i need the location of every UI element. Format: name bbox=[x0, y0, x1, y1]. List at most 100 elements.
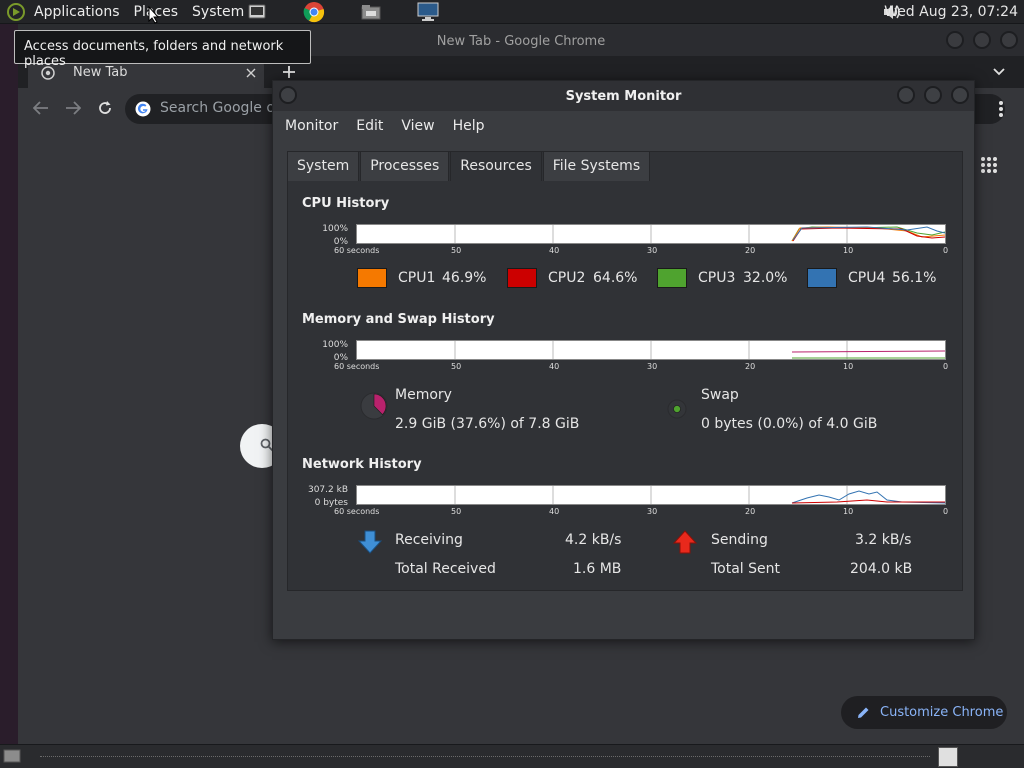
sysmon-maximize-button[interactable] bbox=[924, 86, 942, 104]
memory-history-title: Memory and Swap History bbox=[302, 312, 495, 327]
customize-chrome-button[interactable]: Customize Chrome bbox=[841, 696, 1007, 729]
sending-arrow-icon[interactable] bbox=[672, 529, 698, 555]
places-tooltip: Access documents, folders and network pl… bbox=[14, 30, 311, 69]
panel-menu: Applications Places System bbox=[6, 2, 258, 22]
tab-search-chevron-icon[interactable] bbox=[993, 67, 1005, 77]
cpu-y-top: 100% bbox=[322, 224, 348, 234]
cpu2-value: 64.6% bbox=[593, 270, 638, 286]
network-history-title: Network History bbox=[302, 457, 422, 472]
sysmon-tabs: System Processes Resources File Systems bbox=[287, 151, 651, 181]
chrome-close-window-button[interactable] bbox=[1000, 31, 1018, 49]
total-received-label: Total Received bbox=[395, 561, 496, 577]
tab-title: New Tab bbox=[73, 65, 128, 80]
net-x-20: 20 bbox=[745, 507, 756, 516]
sysmon-title: System Monitor bbox=[273, 81, 974, 111]
swap-pie-icon[interactable] bbox=[666, 399, 690, 419]
total-sent-value: 204.0 kB bbox=[850, 561, 913, 577]
apps-grid-icon[interactable] bbox=[980, 156, 998, 174]
sysmon-minimize-button[interactable] bbox=[897, 86, 915, 104]
google-g-icon bbox=[135, 101, 151, 117]
cpu4-color-button[interactable] bbox=[807, 268, 837, 288]
cpu1-value: 46.9% bbox=[442, 270, 487, 286]
mem-x-0: 0 bbox=[943, 362, 949, 371]
cpu-x-50: 50 bbox=[451, 246, 462, 255]
sysmon-menubar: Monitor Edit View Help bbox=[273, 111, 974, 141]
cpu-x-0: 0 bbox=[943, 246, 949, 255]
terminal-icon[interactable] bbox=[246, 1, 268, 23]
cpu3-color-button[interactable] bbox=[657, 268, 687, 288]
memory-pie-icon[interactable] bbox=[359, 391, 389, 421]
cpu-graph bbox=[356, 224, 946, 244]
menu-view[interactable]: View bbox=[401, 118, 434, 134]
new-tab-plus-icon[interactable] bbox=[282, 65, 296, 79]
net-x-0: 0 bbox=[943, 507, 949, 516]
cpu3-label: CPU3 bbox=[698, 270, 736, 286]
chrome-icon[interactable] bbox=[303, 1, 325, 23]
system-logo-icon[interactable] bbox=[6, 2, 26, 22]
sending-value: 3.2 kB/s bbox=[855, 532, 912, 548]
tab-processes[interactable]: Processes bbox=[360, 151, 450, 181]
mem-x-30: 30 bbox=[647, 362, 658, 371]
tab-close-icon[interactable] bbox=[246, 68, 256, 78]
mem-x-50: 50 bbox=[451, 362, 462, 371]
taskbar-divider bbox=[40, 756, 930, 757]
monitor-icon[interactable] bbox=[417, 1, 439, 23]
receiving-value: 4.2 kB/s bbox=[565, 532, 622, 548]
cpu-x-10: 10 bbox=[843, 246, 854, 255]
chrome-maximize-button[interactable] bbox=[973, 31, 991, 49]
file-manager-icon[interactable] bbox=[360, 1, 382, 23]
system-monitor-window: System Monitor Monitor Edit View Help Sy… bbox=[272, 80, 975, 640]
cpu-x-30: 30 bbox=[647, 246, 658, 255]
workspace-switcher[interactable] bbox=[938, 747, 958, 767]
net-x-50: 50 bbox=[451, 507, 462, 516]
mouse-cursor-icon bbox=[148, 6, 160, 24]
mem-x-40: 40 bbox=[549, 362, 560, 371]
swap-value: 0 bytes (0.0%) of 4.0 GiB bbox=[701, 416, 878, 432]
memory-label: Memory bbox=[395, 387, 452, 403]
cpu-history-title: CPU History bbox=[302, 196, 390, 211]
menu-edit[interactable]: Edit bbox=[356, 118, 383, 134]
net-x-10: 10 bbox=[843, 507, 854, 516]
network-graph bbox=[356, 485, 946, 505]
bottom-panel bbox=[0, 744, 1024, 768]
cpu3-value: 32.0% bbox=[743, 270, 788, 286]
cpu2-color-button[interactable] bbox=[507, 268, 537, 288]
receiving-arrow-icon[interactable] bbox=[357, 529, 383, 555]
forward-arrow-icon[interactable] bbox=[65, 101, 81, 115]
memory-graph bbox=[356, 340, 946, 360]
net-y-top: 307.2 kB bbox=[307, 485, 348, 495]
pencil-icon bbox=[858, 707, 869, 718]
cpu1-label: CPU1 bbox=[398, 270, 436, 286]
cpu4-value: 56.1% bbox=[892, 270, 937, 286]
panel-clock[interactable]: Wed Aug 23, 07:24 bbox=[884, 4, 1018, 20]
menu-help[interactable]: Help bbox=[453, 118, 485, 134]
total-received-value: 1.6 MB bbox=[573, 561, 622, 577]
reload-icon[interactable] bbox=[97, 100, 113, 116]
memory-value: 2.9 GiB (37.6%) of 7.8 GiB bbox=[395, 416, 580, 432]
menu-monitor[interactable]: Monitor bbox=[285, 118, 338, 134]
tab-resources[interactable]: Resources bbox=[450, 151, 542, 181]
menu-applications[interactable]: Applications bbox=[34, 4, 120, 20]
chrome-minimize-button[interactable] bbox=[946, 31, 964, 49]
swap-label: Swap bbox=[701, 387, 739, 403]
resources-panel bbox=[287, 151, 963, 591]
back-arrow-icon[interactable] bbox=[33, 101, 49, 115]
receiving-label: Receiving bbox=[395, 532, 463, 548]
cpu-x-20: 20 bbox=[745, 246, 756, 255]
sysmon-window-menu-button[interactable] bbox=[279, 86, 297, 104]
tab-system[interactable]: System bbox=[287, 151, 360, 181]
cpu-x-60: 60 seconds bbox=[334, 246, 380, 255]
mem-x-60: 60 seconds bbox=[334, 362, 380, 371]
total-sent-label: Total Sent bbox=[711, 561, 781, 577]
show-desktop-icon[interactable] bbox=[3, 749, 21, 764]
menu-system[interactable]: System bbox=[192, 4, 244, 20]
mem-y-top: 100% bbox=[322, 340, 348, 350]
chrome-menu-icon[interactable] bbox=[998, 100, 1004, 118]
customize-label: Customize Chrome bbox=[880, 705, 1004, 720]
sysmon-close-button[interactable] bbox=[951, 86, 969, 104]
mem-x-20: 20 bbox=[745, 362, 756, 371]
tab-file-systems[interactable]: File Systems bbox=[542, 151, 651, 181]
mem-x-10: 10 bbox=[843, 362, 854, 371]
cpu-x-40: 40 bbox=[549, 246, 560, 255]
cpu1-color-button[interactable] bbox=[357, 268, 387, 288]
